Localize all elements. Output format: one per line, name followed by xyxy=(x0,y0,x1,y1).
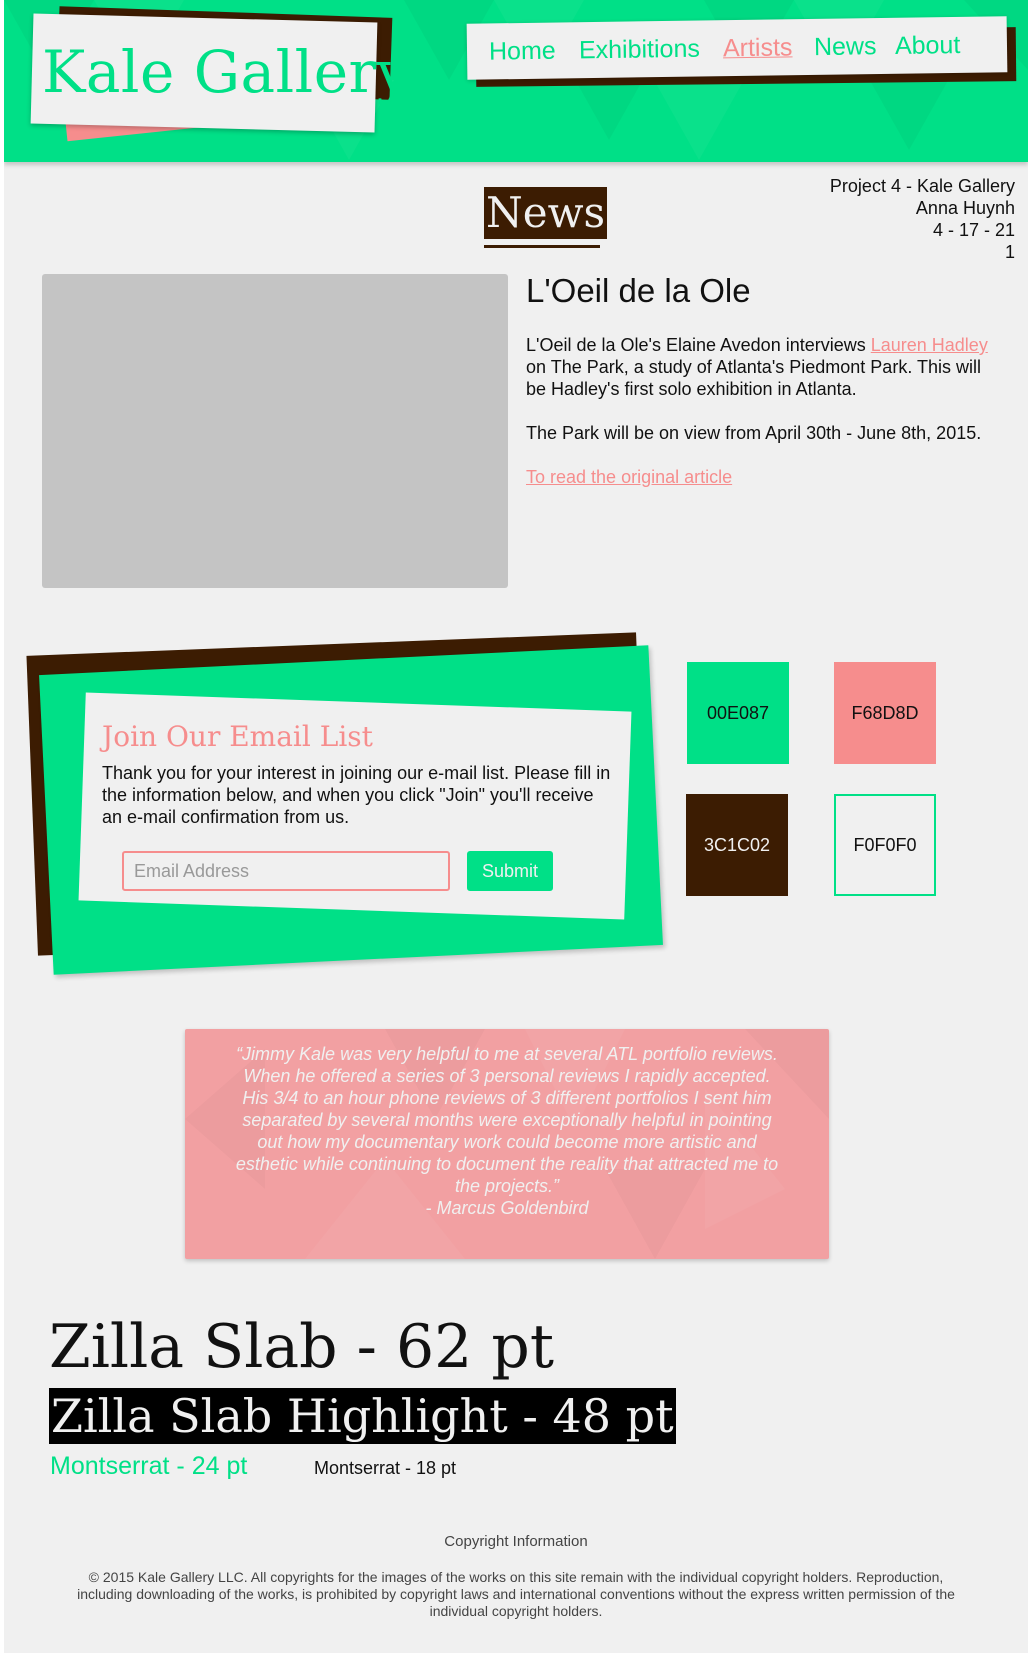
quote-body: “Jimmy Kale was very helpful to me at se… xyxy=(235,1044,779,1196)
swatch-light-label: F0F0F0 xyxy=(853,834,917,855)
article-body: L'Oeil de la Ole's Elaine Avedon intervi… xyxy=(526,334,996,510)
read-original-link[interactable]: To read the original article xyxy=(526,467,732,487)
project-info-number: 1 xyxy=(1004,242,1015,262)
page-title: News xyxy=(484,187,608,239)
page: Kale Gallery Home Exhibitions Artists Ne… xyxy=(4,0,1028,1653)
quote-author: - Marcus Goldenbird xyxy=(425,1198,589,1218)
nav-news[interactable]: News xyxy=(814,32,877,62)
testimonial-text: “Jimmy Kale was very helpful to me at se… xyxy=(235,1043,779,1219)
article-paragraph-2: The Park will be on view from April 30th… xyxy=(526,423,982,443)
nav-artists[interactable]: Artists xyxy=(723,33,793,63)
project-info-author: Anna Huynh xyxy=(915,198,1015,218)
type-sample-montserrat-18: Montserrat - 18 pt xyxy=(314,1458,457,1478)
submit-button[interactable]: Submit xyxy=(467,851,553,891)
type-sample-montserrat-24: Montserrat - 24 pt xyxy=(50,1452,248,1480)
footer-copyright: © 2015 Kale Gallery LLC. All copyrights … xyxy=(77,1569,955,1619)
main-nav: Home Exhibitions Artists News About xyxy=(489,26,1010,73)
project-info: Project 4 - Kale Gallery Anna Huynh 4 - … xyxy=(830,175,1015,263)
footer-heading: Copyright Information xyxy=(444,1533,588,1550)
article-read-more: To read the original article xyxy=(526,466,996,488)
type-sample-zilla-48: Zilla Slab Highlight - 48 pt xyxy=(49,1388,676,1444)
site-logo[interactable]: Kale Gallery xyxy=(42,38,410,106)
type-sample-zilla-62: Zilla Slab - 62 pt xyxy=(49,1312,554,1382)
nav-about[interactable]: About xyxy=(895,31,961,61)
article-image-placeholder xyxy=(42,274,508,588)
swatch-green-label: 00E087 xyxy=(706,702,770,723)
nav-exhibitions[interactable]: Exhibitions xyxy=(579,35,700,66)
project-info-date: 4 - 17 - 21 xyxy=(932,220,1015,240)
article-title: L'Oeil de la Ole xyxy=(526,272,751,309)
email-input[interactable] xyxy=(122,851,450,891)
page-title-underline xyxy=(484,245,600,248)
swatch-pink: F68D8D xyxy=(834,662,936,764)
email-description: Thank you for your interest in joining o… xyxy=(102,763,611,827)
site-header: Kale Gallery Home Exhibitions Artists Ne… xyxy=(4,0,1028,162)
email-title: Join Our Email List xyxy=(102,720,373,753)
artist-link[interactable]: Lauren Hadley xyxy=(871,335,988,355)
swatch-green: 00E087 xyxy=(687,662,789,764)
project-info-title: Project 4 - Kale Gallery xyxy=(829,176,1015,196)
swatch-brown: 3C1C02 xyxy=(686,794,788,896)
nav-home[interactable]: Home xyxy=(489,37,556,67)
testimonial-box: “Jimmy Kale was very helpful to me at se… xyxy=(185,1029,829,1259)
article-paragraph-1: L'Oeil de la Ole's Elaine Avedon intervi… xyxy=(526,334,996,400)
swatch-light: F0F0F0 xyxy=(834,794,936,896)
swatch-brown-label: 3C1C02 xyxy=(703,834,771,855)
swatch-pink-label: F68D8D xyxy=(851,702,919,723)
article-p1-before: L'Oeil de la Ole's Elaine Avedon intervi… xyxy=(526,335,871,355)
article-p1-after: on The Park, a study of Atlanta's Piedmo… xyxy=(526,357,981,399)
